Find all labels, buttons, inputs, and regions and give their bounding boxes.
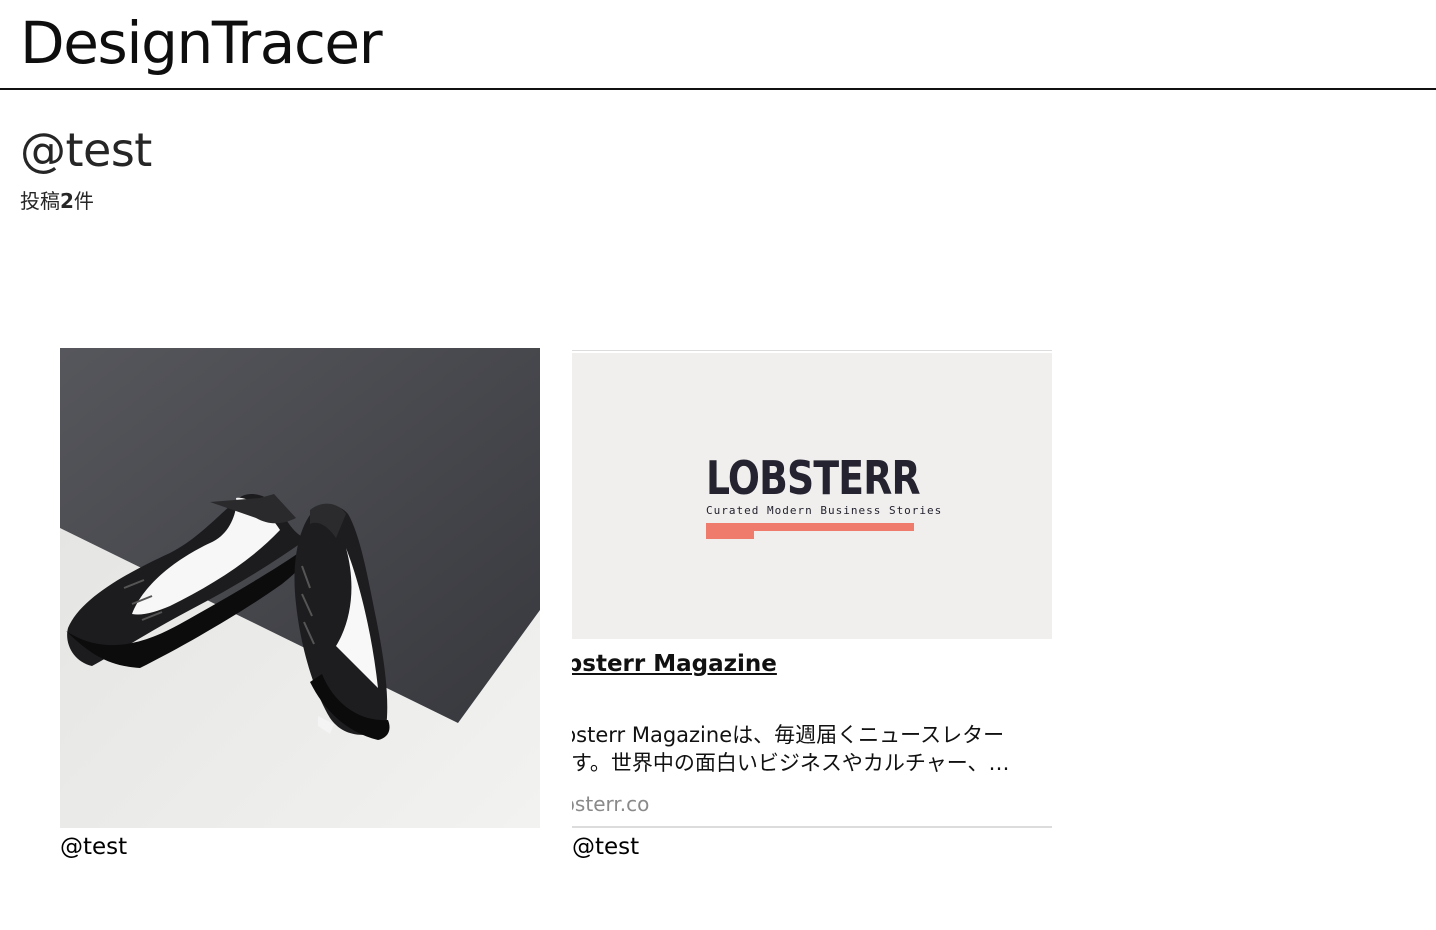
profile-section: @test 投稿2件 xyxy=(0,124,1436,214)
profile-username: @test xyxy=(20,123,152,177)
link-domain: obsterr.co xyxy=(572,792,650,816)
logo-accent-bar xyxy=(706,523,914,531)
link-description-line: です。世界中の面白いビジネスやカルチャー、… xyxy=(572,751,1010,775)
link-description-line: obsterr Magazineは、毎週届くニュースレター xyxy=(572,723,1005,747)
post-grid: @test LOBSTERR Curated Modern Business S… xyxy=(60,348,1052,862)
post-count-prefix: 投稿 xyxy=(20,189,60,213)
post-count-value: 2 xyxy=(60,189,74,213)
post-count: 投稿2件 xyxy=(20,188,1416,214)
shoe-photo xyxy=(60,348,540,828)
link-description: obsterr Magazineは、毎週届くニュースレター です。世界中の面白い… xyxy=(572,721,1050,777)
post-card-image[interactable]: @test xyxy=(60,348,540,862)
link-preview[interactable]: LOBSTERR Curated Modern Business Stories… xyxy=(572,350,1052,828)
app-header: DesignTracer xyxy=(0,0,1436,90)
lobsterr-logo: LOBSTERR xyxy=(706,451,921,505)
post-card-link[interactable]: LOBSTERR Curated Modern Business Stories… xyxy=(572,348,1052,862)
link-card-divider xyxy=(572,826,1052,828)
link-title[interactable]: obsterr Magazine xyxy=(572,649,777,679)
logo-accent-bar-step xyxy=(706,531,754,539)
post-count-suffix: 件 xyxy=(73,189,94,213)
post-image[interactable] xyxy=(60,348,540,828)
post-author[interactable]: @test xyxy=(60,832,540,862)
brand-logo[interactable]: DesignTracer xyxy=(20,10,383,76)
lobsterr-tagline: Curated Modern Business Stories xyxy=(706,504,943,517)
post-author[interactable]: @test xyxy=(572,832,1052,862)
link-thumbnail[interactable]: LOBSTERR Curated Modern Business Stories xyxy=(572,353,1052,639)
